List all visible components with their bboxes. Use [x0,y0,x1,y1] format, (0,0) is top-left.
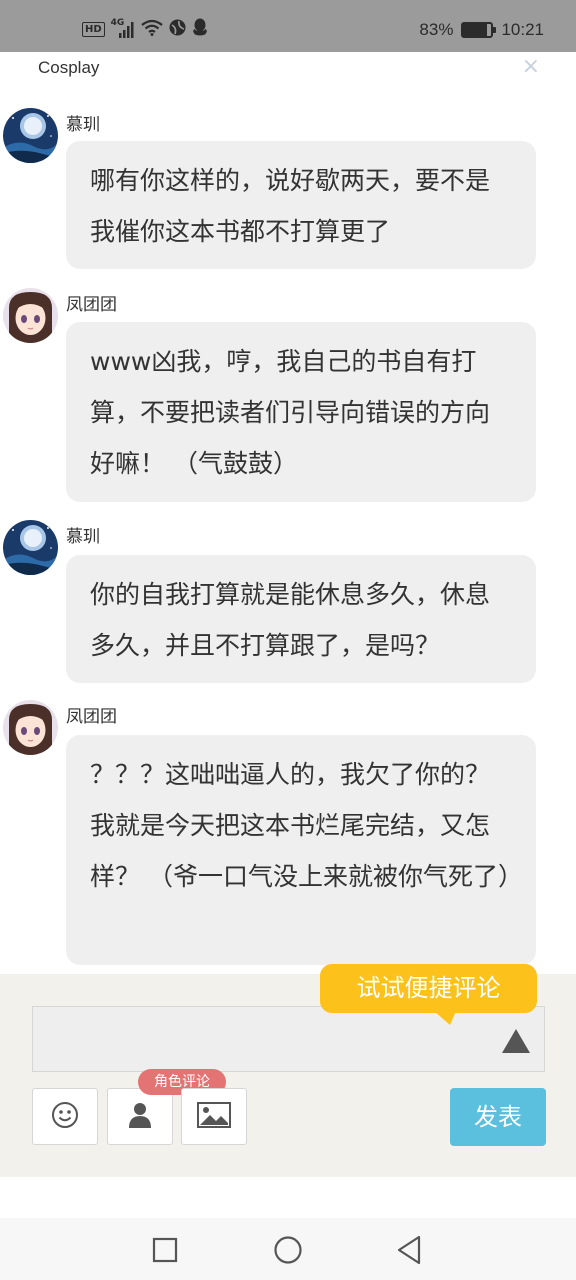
signal-icon: 4G [111,18,135,38]
panel-header: Cosplay × [0,52,576,92]
message-bubble: 哪有你这样的，说好歇两天，要不是我催你这本书都不打算更了 [66,141,536,269]
image-icon [197,1101,231,1132]
wifi-icon [140,19,163,41]
status-bar: HD 4G 83% 10:21 [0,0,576,52]
username: 慕玔 [66,115,100,135]
hd-badge: HD [82,22,105,37]
role-comment-button[interactable] [107,1088,173,1145]
comment-input[interactable] [33,1007,544,1071]
battery-percent: 83% [419,20,454,39]
message-bubble: www凶我，哼，我自己的书自有打算，不要把读者们引导向错误的方向好嘛！ （气鼓鼓… [66,322,536,502]
expand-up-icon[interactable] [502,1029,530,1053]
anime-girl-avatar[interactable] [3,700,58,755]
nav-back-icon[interactable] [396,1235,422,1269]
system-nav-bar [0,1218,576,1280]
nav-recent-icon[interactable] [152,1237,178,1267]
status-right: 83% 10:21 [419,20,544,40]
username: 凤团团 [66,707,117,727]
message-bubble: 你的自我打算就是能休息多久，休息多久，并且不打算跟了，是吗？ [66,555,536,683]
anime-girl-avatar[interactable] [3,288,58,343]
battery-fill [463,24,487,36]
qq-icon [192,18,208,41]
comment-input-box[interactable] [32,1006,545,1072]
username: 慕玔 [66,527,100,547]
vpn-icon [169,19,186,41]
message-bubble: ？？？这咄咄逼人的，我欠了你的？ 我就是今天把这本书烂尾完结，又怎样？ （爷一口… [66,735,536,965]
emoji-icon [51,1101,79,1133]
person-icon [128,1101,152,1133]
page-title: Cosplay [38,58,100,77]
quick-comment-tooltip[interactable]: 试试便捷评论 [320,964,537,1013]
battery-icon [461,22,497,38]
night-sky-avatar[interactable] [3,520,58,575]
night-sky-avatar[interactable] [3,108,58,163]
nav-home-icon[interactable] [273,1235,303,1269]
username: 凤团团 [66,295,117,315]
send-button[interactable]: 发表 [450,1088,546,1146]
close-icon[interactable]: × [522,54,540,80]
status-left-icons: HD 4G [82,18,208,41]
emoji-button[interactable] [32,1088,98,1145]
clock: 10:21 [501,20,544,39]
image-button[interactable] [181,1088,247,1145]
